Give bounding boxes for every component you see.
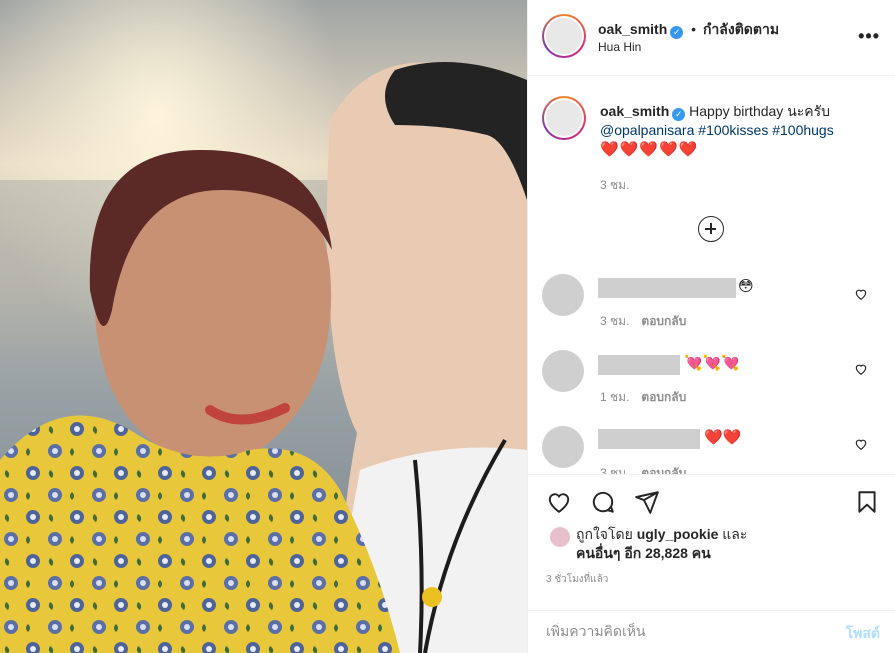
comment-item: ❤️❤️ 3 ชม. ตอบกลับ	[528, 422, 895, 474]
couple-selfie-image	[0, 0, 527, 653]
likes-prefix: ถูกใจโดย	[576, 526, 637, 542]
liker-avatar[interactable]	[550, 527, 570, 547]
comment-time: 1 ชม.	[600, 390, 630, 404]
post-header: oak_smith ✓ • กำลังติดตาม Hua Hin •••	[528, 0, 895, 76]
author-avatar[interactable]	[542, 14, 586, 58]
comment-time: 3 ชม.	[600, 314, 630, 328]
caption: oak_smith ✓ Happy birthday นะครับ @opalpa…	[528, 76, 895, 206]
caption-emoji: ❤️❤️❤️❤️❤️	[600, 141, 699, 158]
post-actions: ถูกใจโดย ugly_pookie และ คนอื่นๆ อีก 28,…	[528, 474, 895, 653]
commenter-avatar[interactable]	[542, 274, 584, 316]
header-separator: •	[691, 21, 697, 37]
comment-item: 😳 3 ชม. ตอบกลับ	[528, 270, 895, 340]
verified-badge-icon: ✓	[670, 26, 684, 39]
caption-text: Happy birthday นะครับ	[685, 103, 831, 119]
reply-button[interactable]: ตอบกลับ	[641, 466, 686, 474]
post-side-panel: oak_smith ✓ • กำลังติดตาม Hua Hin ••• oak…	[527, 0, 895, 653]
heart-icon[interactable]	[854, 437, 868, 451]
location-link[interactable]: Hua Hin	[598, 40, 641, 54]
post-photo[interactable]	[0, 0, 527, 653]
commenter-avatar[interactable]	[542, 350, 584, 392]
comment-emoji: 💘💘💘	[684, 355, 741, 372]
author-username[interactable]: oak_smith	[598, 21, 667, 37]
commenter-username-redacted	[598, 278, 736, 298]
caption-avatar[interactable]	[542, 96, 586, 140]
caption-time: 3 ชม.	[600, 178, 630, 192]
more-options-icon[interactable]: •••	[858, 26, 880, 47]
caption-username[interactable]: oak_smith	[600, 103, 669, 119]
liker-username[interactable]: ugly_pookie	[637, 526, 719, 542]
commenter-username-redacted	[598, 355, 680, 375]
caption-hashtags[interactable]: #100kisses #100hugs	[694, 122, 833, 138]
comment-emoji: ❤️❤️	[704, 429, 742, 446]
reply-button[interactable]: ตอบกลับ	[641, 314, 686, 328]
comment-input[interactable]	[546, 623, 806, 639]
heart-icon[interactable]	[546, 489, 572, 515]
add-comment-bar: โพสต์	[528, 610, 895, 653]
paper-plane-icon[interactable]	[634, 489, 660, 515]
post-comment-button[interactable]: โพสต์	[846, 623, 880, 645]
likes-count-link[interactable]: คนอื่นๆ อีก 28,828 คน	[576, 545, 711, 561]
heart-icon[interactable]	[854, 287, 868, 301]
reply-button[interactable]: ตอบกลับ	[641, 390, 686, 404]
following-button[interactable]: กำลังติดตาม	[703, 21, 779, 37]
caption-mention[interactable]: @opalpanisara	[600, 122, 694, 138]
bookmark-icon[interactable]	[854, 489, 880, 515]
posted-time: 3 ชั่วโมงที่แล้ว	[546, 574, 609, 585]
comment-emoji: 😳	[738, 278, 754, 295]
likes-summary: ถูกใจโดย ugly_pookie และ คนอื่นๆ อีก 28,…	[576, 525, 747, 563]
commenter-avatar[interactable]	[542, 426, 584, 468]
comment-time: 3 ชม.	[600, 466, 630, 474]
heart-icon[interactable]	[854, 362, 868, 376]
likes-and: และ	[718, 526, 748, 542]
comment-item: 💘💘💘 1 ชม. ตอบกลับ	[528, 346, 895, 416]
verified-badge-icon: ✓	[672, 108, 686, 121]
plus-circle-icon[interactable]	[698, 216, 724, 242]
comment-icon[interactable]	[590, 489, 616, 515]
commenter-username-redacted	[598, 429, 700, 449]
